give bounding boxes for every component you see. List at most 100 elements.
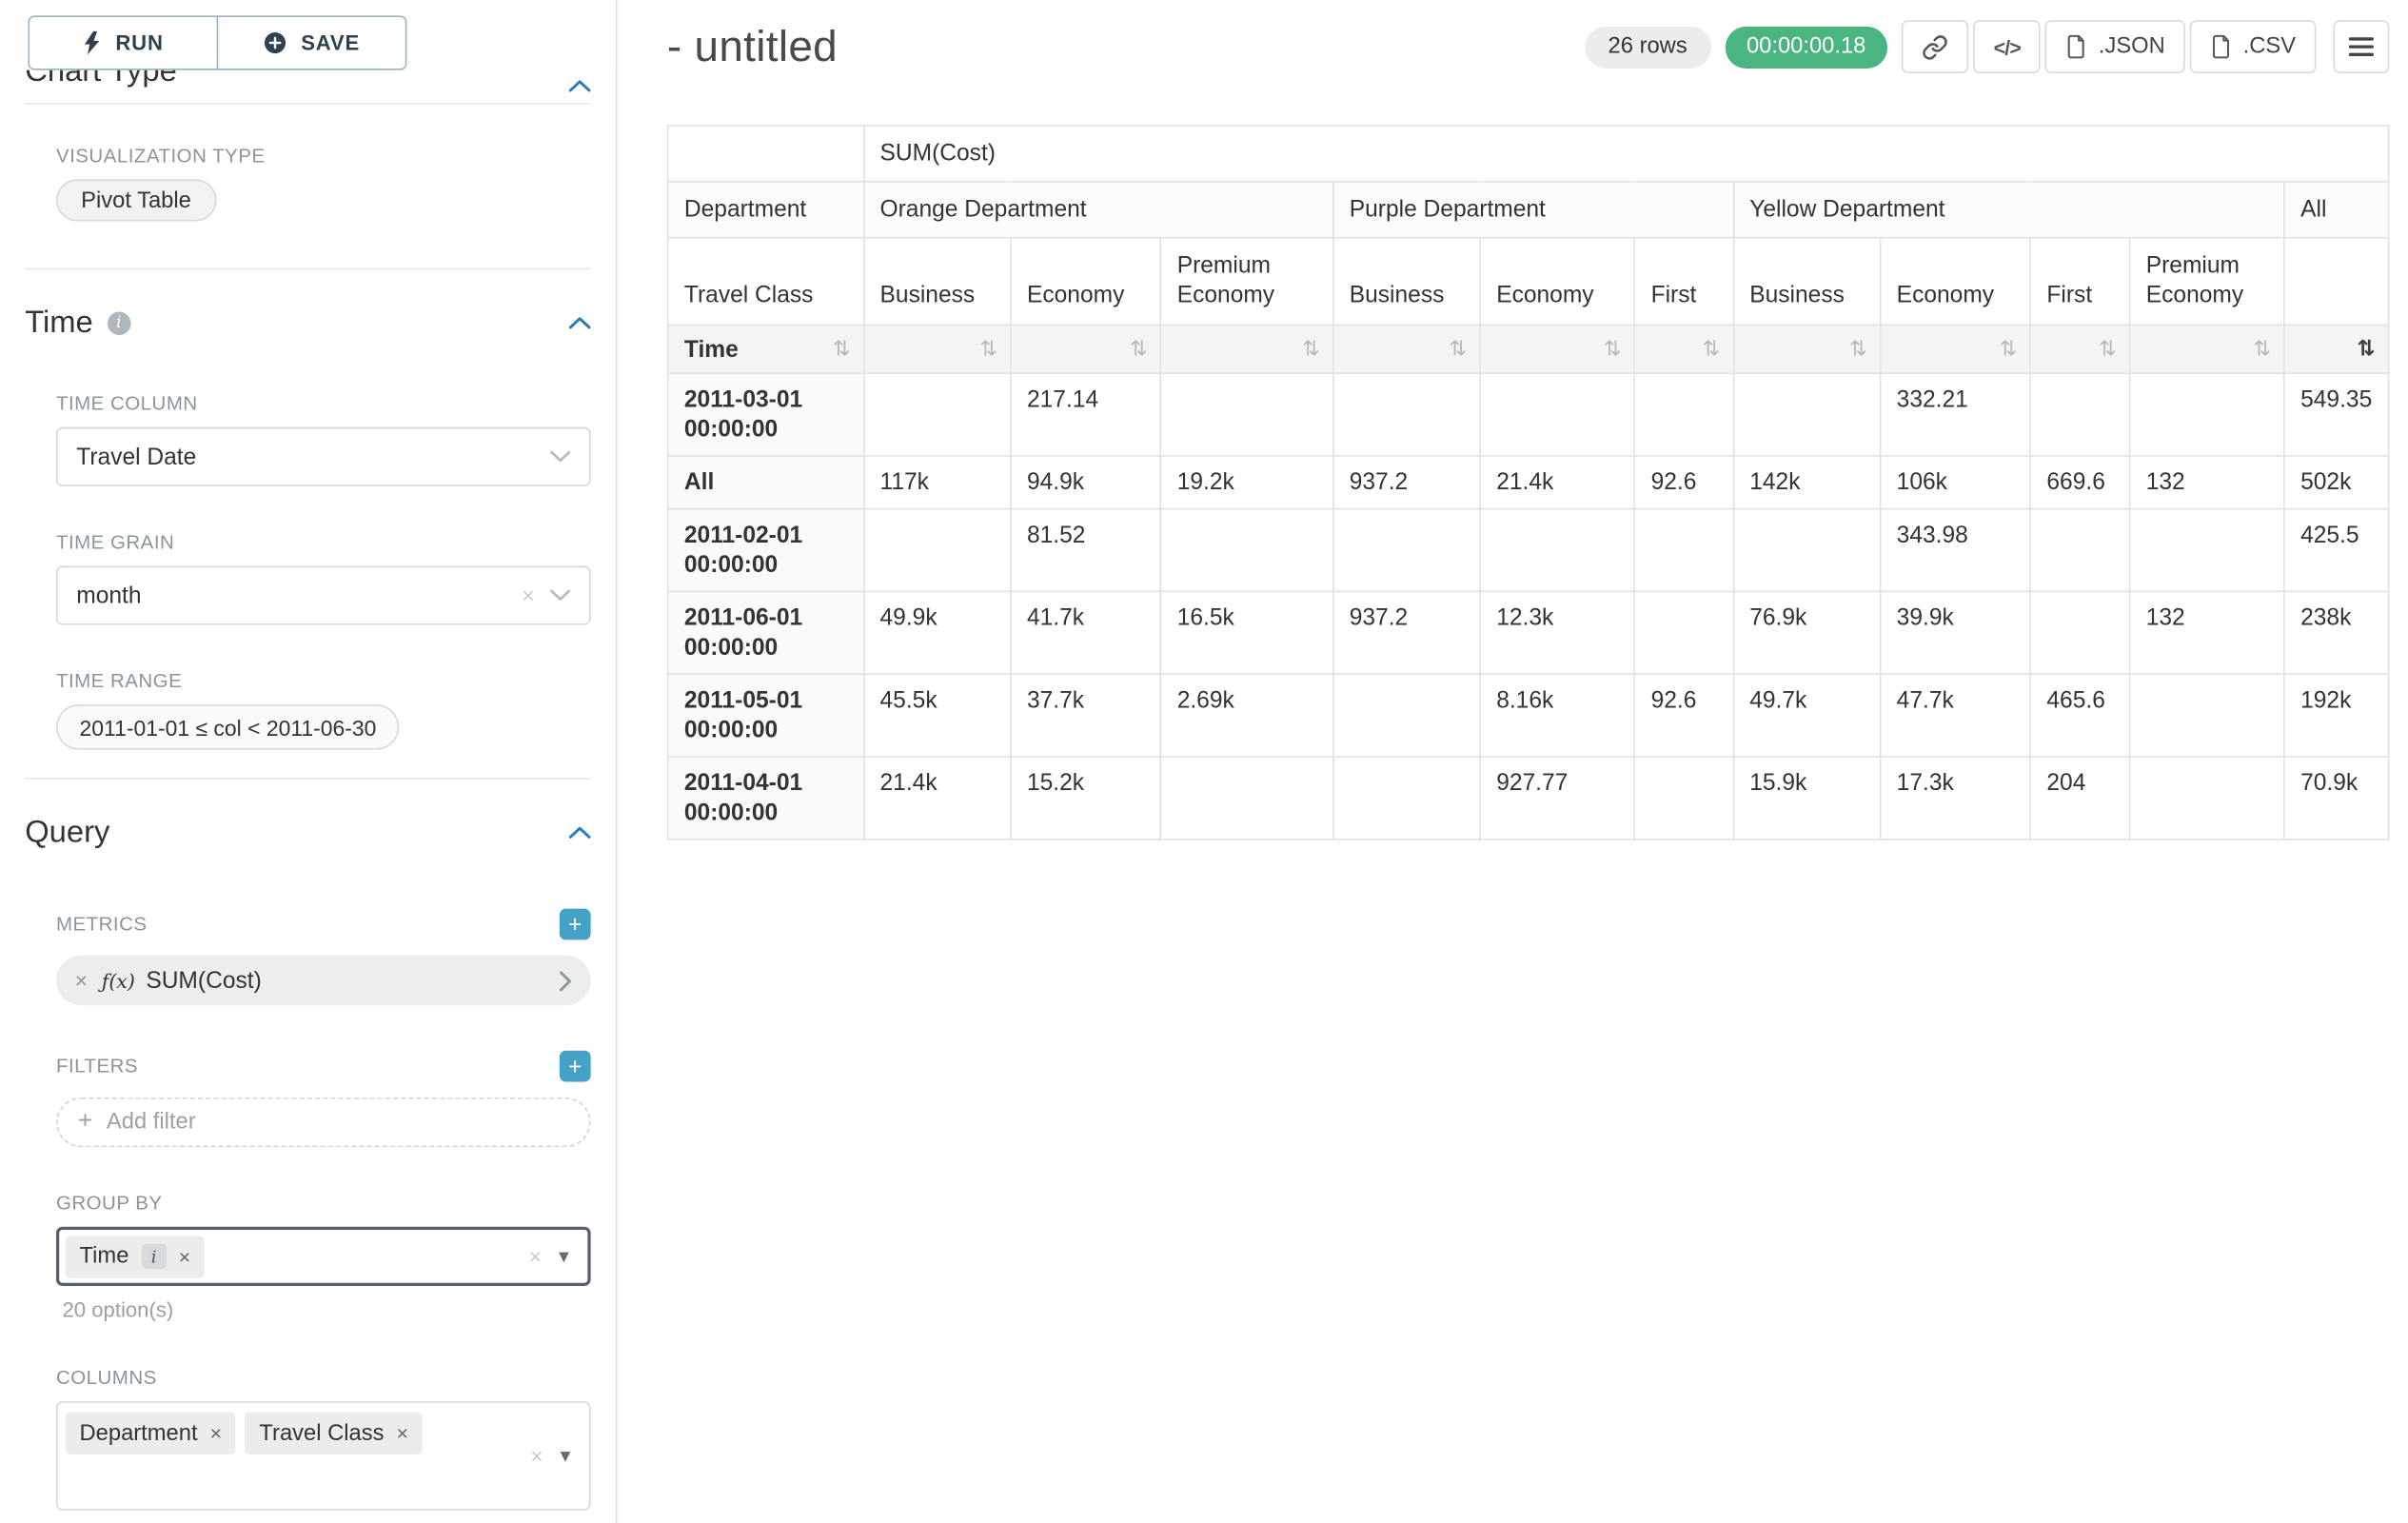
- sort-icon[interactable]: ⇅: [1450, 334, 1468, 364]
- table-row: 2011-02-01 00:00:0081.52343.98425.5: [668, 509, 2389, 592]
- export-json-button[interactable]: .JSON: [2045, 20, 2185, 73]
- sort-icon[interactable]: ⇅: [1703, 334, 1721, 364]
- time-grain-select[interactable]: month ×: [56, 565, 591, 624]
- menu-button[interactable]: [2333, 20, 2389, 73]
- value-cell: [1161, 509, 1333, 592]
- value-cell: 217.14: [1011, 373, 1161, 456]
- tag-label: Travel Class: [259, 1421, 384, 1446]
- value-cell: 465.6: [2030, 674, 2129, 757]
- chevron-up-icon[interactable]: [569, 826, 591, 839]
- sort-icon[interactable]: ⇅: [979, 334, 997, 364]
- chart-title[interactable]: - untitled: [667, 22, 838, 71]
- value-cell: 8.16k: [1480, 674, 1634, 757]
- time-grain-value: month: [76, 583, 141, 609]
- value-cell: 92.6: [1634, 456, 1733, 509]
- add-filter-button[interactable]: + Add filter: [56, 1098, 591, 1147]
- add-filter-plus-button[interactable]: +: [560, 1051, 591, 1082]
- caret-down-icon[interactable]: ▾: [561, 1446, 571, 1466]
- value-cell: 937.2: [1333, 456, 1480, 509]
- value-cell: 41.7k: [1011, 591, 1161, 674]
- explore-view: RUN SAVE Chart Type VISUALIZATION TYPE P…: [0, 0, 2408, 1523]
- chevron-right-icon[interactable]: [560, 970, 572, 990]
- time-section-header[interactable]: Time i: [25, 303, 590, 344]
- value-cell: [1733, 373, 1880, 456]
- chevron-up-icon[interactable]: [569, 316, 591, 328]
- sort-icon-active[interactable]: ⇅: [2357, 334, 2375, 364]
- time-column-value: Travel Date: [76, 444, 196, 470]
- add-metric-button[interactable]: +: [560, 909, 591, 940]
- group-by-select[interactable]: Timei× × ▾: [56, 1227, 591, 1286]
- value-cell: 343.98: [1880, 509, 2030, 592]
- value-cell: 204: [2030, 757, 2129, 840]
- time-column-select[interactable]: Travel Date: [56, 427, 591, 486]
- value-tag[interactable]: Timei×: [66, 1236, 205, 1277]
- columns-select[interactable]: Department× Travel Class × × ▾: [56, 1401, 591, 1511]
- travel-class-header: Economy: [1011, 238, 1161, 326]
- value-cell: 238k: [2284, 591, 2389, 674]
- info-icon[interactable]: i: [142, 1244, 167, 1269]
- remove-tag-icon[interactable]: ×: [397, 1421, 408, 1445]
- caret-down-icon[interactable]: ▾: [559, 1246, 569, 1266]
- metric-pill[interactable]: × ƒ(x) SUM(Cost): [56, 956, 591, 1005]
- sort-icon[interactable]: ⇅: [1302, 334, 1320, 364]
- travel-class-axis-label: Travel Class: [668, 238, 864, 326]
- value-cell: [1733, 509, 1880, 592]
- sort-cell: ⇅: [1480, 325, 1634, 373]
- value-tag[interactable]: Department×: [66, 1413, 236, 1454]
- view-query-button[interactable]: </>: [1973, 20, 2041, 73]
- department-header: Purple Department: [1333, 182, 1733, 238]
- value-cell: [1634, 591, 1733, 674]
- clear-icon[interactable]: ×: [530, 1445, 543, 1467]
- visualization-type-pill[interactable]: Pivot Table: [56, 179, 216, 221]
- sort-icon[interactable]: ⇅: [1604, 334, 1622, 364]
- chevron-up-icon[interactable]: [569, 80, 591, 92]
- value-tag[interactable]: Travel Class ×: [246, 1413, 423, 1454]
- value-cell: 92.6: [1634, 674, 1733, 757]
- group-by-tags: Timei×: [66, 1236, 205, 1277]
- travel-class-header: Economy: [1880, 238, 2030, 326]
- clear-icon[interactable]: ×: [529, 1245, 542, 1267]
- value-cell: 16.5k: [1161, 591, 1333, 674]
- corner-cell: [668, 126, 864, 182]
- department-header: Yellow Department: [1733, 182, 2284, 238]
- chevron-down-icon: [550, 450, 570, 463]
- value-cell: 15.9k: [1733, 757, 1880, 840]
- value-cell: 15.2k: [1011, 757, 1161, 840]
- plus-circle-icon: [264, 31, 287, 55]
- group-by-label: GROUP BY: [56, 1193, 591, 1215]
- sort-icon[interactable]: ⇅: [2000, 334, 2018, 364]
- time-grain-label: TIME GRAIN: [56, 531, 591, 553]
- value-cell: [1333, 757, 1480, 840]
- remove-tag-icon[interactable]: ×: [179, 1245, 190, 1269]
- sort-icon[interactable]: ⇅: [1130, 334, 1148, 364]
- sort-cell: ⇅: [2284, 325, 2389, 373]
- value-cell: 45.5k: [863, 674, 1010, 757]
- query-heading: Query: [25, 812, 109, 853]
- sort-icon[interactable]: ⇅: [833, 334, 851, 364]
- time-axis-cell: Time ⇅: [668, 325, 864, 373]
- value-cell: 49.9k: [863, 591, 1010, 674]
- sort-icon[interactable]: ⇅: [1849, 334, 1867, 364]
- sort-cell: ⇅: [1880, 325, 2030, 373]
- query-section-header[interactable]: Query: [25, 812, 590, 853]
- remove-metric-icon[interactable]: ×: [75, 968, 88, 993]
- sort-icon[interactable]: ⇅: [2099, 334, 2117, 364]
- time-axis-label: Time: [684, 334, 739, 364]
- remove-tag-icon[interactable]: ×: [210, 1421, 222, 1445]
- export-csv-button[interactable]: .CSV: [2190, 20, 2316, 73]
- value-cell: 192k: [2284, 674, 2389, 757]
- time-range-label: TIME RANGE: [56, 670, 591, 692]
- function-icon: ƒ(x): [102, 969, 135, 993]
- value-cell: [1634, 757, 1733, 840]
- value-cell: 425.5: [2284, 509, 2389, 592]
- save-button[interactable]: SAVE: [217, 15, 407, 69]
- sort-icon[interactable]: ⇅: [2253, 334, 2271, 364]
- copy-link-button[interactable]: [1902, 20, 1968, 73]
- clear-icon[interactable]: ×: [522, 584, 534, 606]
- value-cell: 332.21: [1880, 373, 2030, 456]
- table-row: 2011-05-01 00:00:0045.5k37.7k2.69k8.16k9…: [668, 674, 2389, 757]
- value-cell: [2030, 373, 2129, 456]
- time-range-pill[interactable]: 2011-01-01 ≤ col < 2011-06-30: [56, 704, 400, 749]
- divider: [25, 778, 590, 780]
- run-button[interactable]: RUN: [28, 15, 218, 69]
